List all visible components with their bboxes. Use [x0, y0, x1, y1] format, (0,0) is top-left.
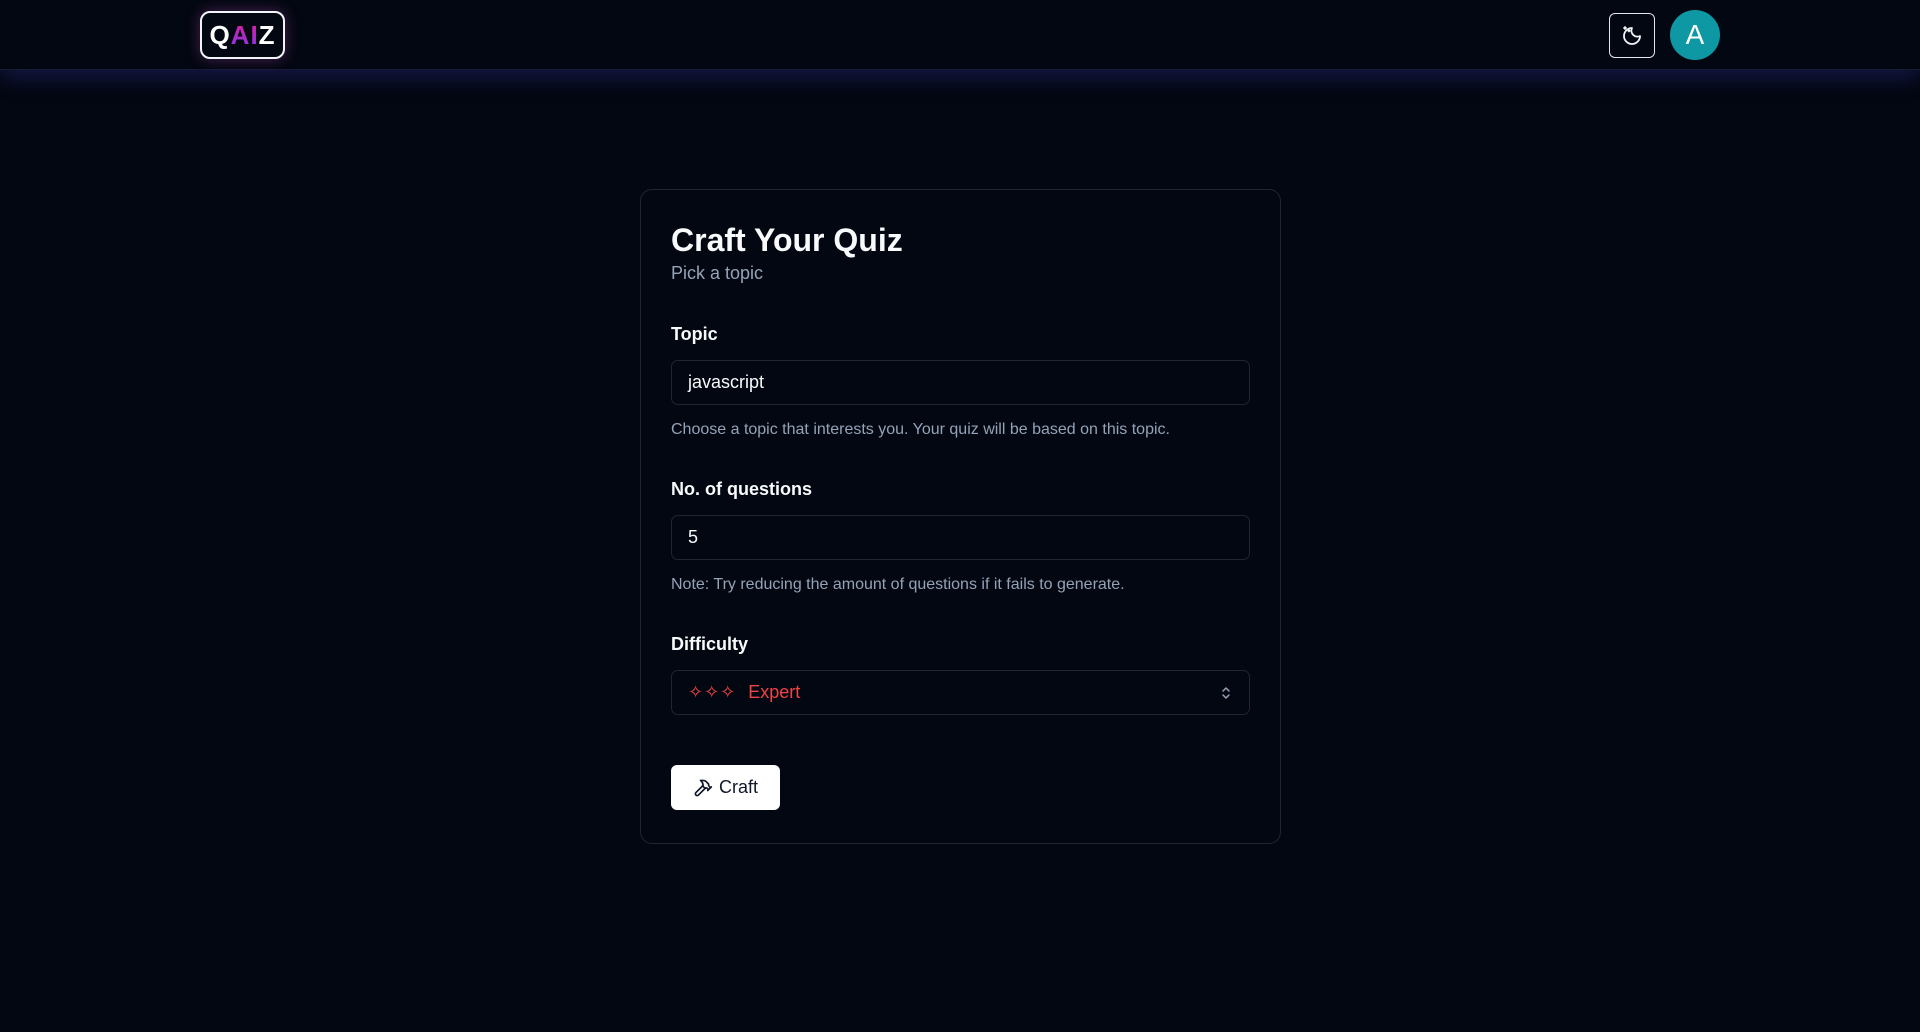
topic-input[interactable]: javascript: [671, 360, 1250, 405]
difficulty-select[interactable]: ✧✧✧ Expert: [671, 670, 1250, 715]
logo-letters-ai: AI: [230, 19, 259, 50]
card-subtitle: Pick a topic: [671, 263, 764, 283]
difficulty-field: Difficulty ✧✧✧ Expert: [671, 632, 1250, 715]
difficulty-value: Expert: [748, 682, 801, 702]
topic-hint: Choose a topic that interests you. Your …: [671, 421, 1170, 438]
questions-input[interactable]: 5: [671, 515, 1250, 560]
craft-button[interactable]: Craft: [671, 765, 780, 810]
craft-button-label: Craft: [718, 777, 758, 797]
app-logo[interactable]: Q AI Z: [200, 11, 285, 59]
difficulty-stars-icon: ✧✧✧: [688, 682, 737, 702]
questions-hint: Note: Try reducing the amount of questio…: [671, 576, 1125, 593]
user-avatar[interactable]: A: [1670, 10, 1720, 60]
topic-input-value: javascript: [688, 372, 765, 392]
topic-label: Topic: [671, 324, 718, 344]
questions-field: No. of questions 5 Note: Try reducing th…: [671, 477, 1250, 595]
avatar-initial: A: [1685, 19, 1705, 50]
logo-letter-z: Z: [258, 19, 276, 50]
questions-input-value: 5: [688, 527, 699, 547]
top-navbar: Q AI Z A: [0, 0, 1920, 70]
chevron-up-down-icon: [1222, 687, 1230, 699]
moon-sparkle-icon: [1623, 25, 1641, 45]
quiz-creation-card: Craft Your Quiz Pick a topic Topic javas…: [640, 189, 1281, 844]
logo-letter-q: Q: [209, 19, 231, 50]
topic-field: Topic javascript Choose a topic that int…: [671, 322, 1250, 440]
questions-label: No. of questions: [671, 479, 812, 499]
hammer-icon: [694, 779, 713, 796]
theme-toggle-button[interactable]: [1609, 13, 1655, 58]
difficulty-label: Difficulty: [671, 634, 749, 654]
card-title: Craft Your Quiz: [671, 222, 903, 258]
